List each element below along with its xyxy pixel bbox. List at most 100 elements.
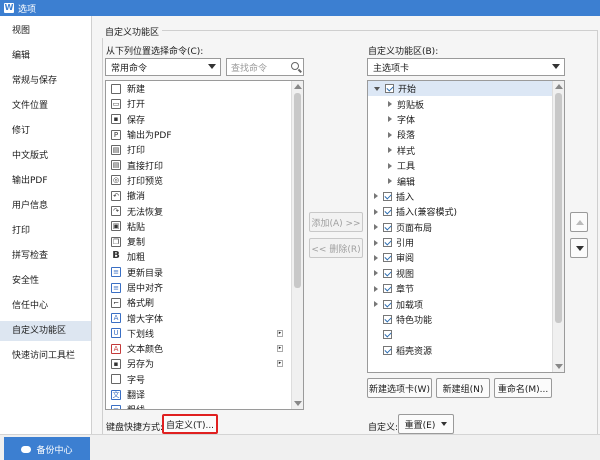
scroll-thumb[interactable]	[294, 93, 301, 288]
command-item[interactable]: ◎ 打印预览	[106, 173, 303, 188]
ribbon-tree[interactable]: 开始 剪贴板 字体 段落 样式 工具 编辑 插入 插入(兼容模式) 页面布局 引用 审阅 视图 章节 加载项…	[367, 80, 565, 373]
new-tab-button[interactable]: 新建选项卡(W)	[367, 378, 432, 398]
command-item[interactable]: ▤ 直接打印	[106, 157, 303, 172]
command-item[interactable]: A 增大字体	[106, 310, 303, 325]
expand-right-icon[interactable]	[388, 131, 392, 138]
sidebar-item[interactable]: 用户信息	[0, 196, 91, 216]
command-item[interactable]: ≡ 居中对齐	[106, 280, 303, 295]
reset-dropdown-button[interactable]: 重置(E)	[398, 414, 454, 434]
sidebar-item[interactable]: 自定义功能区	[0, 321, 91, 341]
ribbon-group-item[interactable]: 编辑	[368, 173, 564, 188]
scroll-up-icon[interactable]	[555, 84, 563, 89]
tab-checkbox[interactable]	[383, 345, 392, 355]
ribbon-tab-item[interactable]: 开始	[368, 81, 564, 97]
expand-right-icon[interactable]	[388, 162, 392, 169]
tab-checkbox[interactable]	[383, 299, 392, 309]
rename-button[interactable]: 重命名(M)...	[494, 378, 552, 398]
command-item[interactable]: ▣ 粘贴	[106, 219, 303, 234]
sidebar-item[interactable]: 视图	[0, 21, 91, 41]
ribbon-group-item[interactable]: 段落	[368, 127, 564, 142]
expand-right-icon[interactable]	[374, 193, 378, 200]
command-item[interactable]: ≡ 更新目录	[106, 265, 303, 280]
customize-shortcut-button[interactable]: 自定义(T)...	[162, 414, 218, 434]
command-source-select[interactable]: 常用命令	[105, 58, 221, 76]
ribbon-tree-scrollbar[interactable]	[552, 81, 564, 372]
move-up-button[interactable]	[570, 212, 588, 232]
ribbon-tab-item[interactable]: 章节	[368, 281, 564, 296]
command-item[interactable]: ▪ 保存	[106, 112, 303, 127]
command-item[interactable]: ▤ 打印	[106, 142, 303, 157]
command-item[interactable]: A 文本颜色 ▸	[106, 341, 303, 356]
sidebar-item[interactable]: 编辑	[0, 46, 91, 66]
sidebar-item[interactable]: 输出PDF	[0, 171, 91, 191]
expand-right-icon[interactable]	[374, 208, 378, 215]
expand-right-icon[interactable]	[388, 101, 392, 108]
ribbon-tab-item[interactable]: 页面布局	[368, 220, 564, 235]
tab-checkbox[interactable]	[383, 315, 392, 325]
sidebar-item[interactable]: 常规与保存	[0, 71, 91, 91]
sidebar-item[interactable]: 拼写检查	[0, 246, 91, 266]
command-item[interactable]: U 下划线 ▸	[106, 326, 303, 341]
backup-center-button[interactable]: 备份中心	[4, 437, 90, 460]
tab-checkbox[interactable]	[383, 253, 392, 263]
sidebar-item[interactable]: 修订	[0, 121, 91, 141]
command-item[interactable]: 新建	[106, 81, 303, 96]
scroll-down-icon[interactable]	[294, 401, 302, 406]
command-list[interactable]: 新建 ▭ 打开 ▪ 保存 P 输出为PDF ▤ 打印 ▤ 直接打印 ◎ 打印预览 ↶ 撤消 ↷ 无法恢复 ▣ 粘贴 ❐…	[105, 80, 304, 410]
sidebar-item[interactable]: 打印	[0, 221, 91, 241]
tab-checkbox[interactable]	[383, 191, 392, 201]
expand-right-icon[interactable]	[374, 285, 378, 292]
expand-right-icon[interactable]	[374, 301, 378, 308]
command-item[interactable]: ▭ 打开	[106, 96, 303, 111]
ribbon-tab-item[interactable]: 特色功能	[368, 312, 564, 327]
add-button[interactable]: 添加(A) >>	[309, 212, 363, 232]
sidebar-item[interactable]: 中文版式	[0, 146, 91, 166]
command-item[interactable]: ↷ 无法恢复	[106, 203, 303, 218]
ribbon-tab-item[interactable]: 加载项	[368, 296, 564, 311]
ribbon-tab-item[interactable]	[368, 327, 564, 342]
tab-checkbox[interactable]	[383, 222, 392, 232]
tab-checkbox[interactable]	[383, 268, 392, 278]
command-item[interactable]: 文翻译	[106, 387, 303, 402]
ribbon-group-item[interactable]: 剪贴板	[368, 96, 564, 111]
expand-right-icon[interactable]	[374, 270, 378, 277]
ribbon-tab-item[interactable]: 稻壳资源	[368, 343, 564, 358]
sidebar-item[interactable]: 信任中心	[0, 296, 91, 316]
expand-right-icon[interactable]	[388, 116, 392, 123]
expand-right-icon[interactable]	[388, 147, 392, 154]
scroll-thumb[interactable]	[555, 93, 562, 323]
sidebar-item[interactable]: 安全性	[0, 271, 91, 291]
command-item[interactable]: ↶ 撤消	[106, 188, 303, 203]
remove-button[interactable]: << 删除(R)	[309, 238, 363, 258]
tab-checkbox[interactable]	[383, 238, 392, 248]
expand-right-icon[interactable]	[374, 224, 378, 231]
ribbon-group-item[interactable]: 工具	[368, 158, 564, 173]
expand-right-icon[interactable]	[388, 178, 392, 185]
move-down-button[interactable]	[570, 238, 588, 258]
ribbon-tab-item[interactable]: 插入(兼容模式)	[368, 204, 564, 219]
command-item[interactable]: B 加粗	[106, 249, 303, 264]
sidebar-item[interactable]: 文件位置	[0, 96, 91, 116]
ribbon-group-item[interactable]: 样式	[368, 143, 564, 158]
command-item[interactable]: P 输出为PDF	[106, 127, 303, 142]
tab-checkbox[interactable]	[383, 284, 392, 294]
ribbon-tab-item[interactable]: 引用	[368, 235, 564, 250]
sidebar-item[interactable]: 快速访问工具栏	[0, 346, 91, 366]
command-item[interactable]: ≡ 粗线	[106, 402, 303, 409]
tab-checkbox[interactable]	[385, 84, 394, 94]
expand-right-icon[interactable]	[374, 239, 378, 246]
command-list-scrollbar[interactable]	[291, 81, 303, 409]
ribbon-tab-item[interactable]: 插入	[368, 189, 564, 204]
scroll-up-icon[interactable]	[294, 84, 302, 89]
ribbon-tab-item[interactable]: 审阅	[368, 250, 564, 265]
new-group-button[interactable]: 新建组(N)	[436, 378, 490, 398]
expand-down-icon[interactable]	[374, 86, 380, 91]
ribbon-tabs-select[interactable]: 主选项卡	[367, 58, 565, 76]
expand-right-icon[interactable]	[374, 254, 378, 261]
command-item[interactable]: 字号	[106, 372, 303, 387]
command-search-input[interactable]: 查找命令	[226, 58, 304, 76]
tab-checkbox[interactable]	[383, 330, 392, 340]
command-item[interactable]: ⌐ 格式刷	[106, 295, 303, 310]
scroll-down-icon[interactable]	[555, 364, 563, 369]
ribbon-group-item[interactable]: 字体	[368, 112, 564, 127]
